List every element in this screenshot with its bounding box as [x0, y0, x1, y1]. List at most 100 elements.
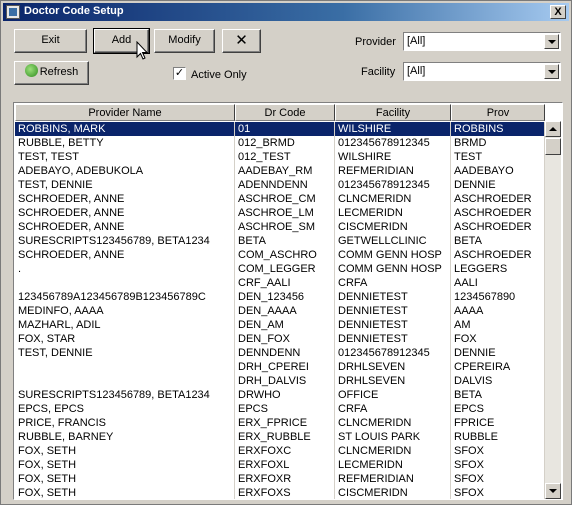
table-row[interactable]: DRH_CPEREI DRHLSEVEN CPEREIRA: [15, 360, 547, 374]
doctor-code-setup-window: Doctor Code Setup X Exit Add Modify ✕ Re…: [0, 0, 572, 505]
table-row[interactable]: DRH_DALVIS DRHLSEVEN DALVIS: [15, 374, 547, 388]
table-row[interactable]: TEST, TEST 012_TEST WILSHIRE TEST: [15, 150, 547, 164]
dr-code-cell: COM_LEGGER: [235, 262, 335, 276]
provider-name-cell: PRICE, FRANCIS: [15, 416, 235, 430]
table-row[interactable]: FOX, SETH ERXFOXL LECMERIDN SFOX: [15, 458, 547, 472]
facility-cell: COMM GENN HOSP: [335, 248, 451, 262]
table-row[interactable]: . COM_LEGGER COMM GENN HOSP LEGGERS: [15, 262, 547, 276]
column-header-facility[interactable]: Facility: [335, 104, 451, 121]
provider-name-cell: FOX, SETH: [15, 458, 235, 472]
modify-button[interactable]: Modify: [154, 29, 215, 53]
delete-button[interactable]: ✕: [222, 29, 261, 53]
provider-name-cell: FOX, SETH: [15, 444, 235, 458]
app-icon: [6, 5, 20, 19]
prov-cell: CPEREIRA: [451, 360, 545, 374]
facility-label: Facility: [361, 66, 396, 78]
prov-cell: AM: [451, 318, 545, 332]
dr-code-cell: 012_TEST: [235, 150, 335, 164]
table-row[interactable]: SCHROEDER, ANNE COM_ASCHRO COMM GENN HOSP A…: [15, 248, 547, 262]
dr-code-cell: AADEBAY_RM: [235, 164, 335, 178]
facility-cell: DENNIETEST: [335, 318, 451, 332]
table-row[interactable]: SURESCRIPTS123456789, BETA1234 DRWHO OFFIC…: [15, 388, 547, 402]
facility-cell: WILSHIRE: [335, 150, 451, 164]
active-only-label: Active Only: [191, 69, 247, 81]
dr-code-cell: ASCHROE_CM: [235, 192, 335, 206]
grid-header: Provider Name Dr Code Facility Prov: [15, 104, 547, 121]
provider-value: [All]: [407, 35, 426, 47]
facility-dropdown[interactable]: [All]: [403, 62, 561, 81]
provider-name-cell: TEST, DENNIE: [15, 178, 235, 192]
mouse-cursor-icon: [136, 41, 148, 60]
column-header-provider-name[interactable]: Provider Name: [15, 104, 235, 121]
facility-cell: OFFICE: [335, 388, 451, 402]
dr-code-cell: DRH_CPEREI: [235, 360, 335, 374]
table-row[interactable]: RUBBLE, BETTY 012_BRMD 012345678912345 BRMD: [15, 136, 547, 150]
column-header-prov[interactable]: Prov: [451, 104, 545, 121]
dr-code-cell: ERXFOXL: [235, 458, 335, 472]
prov-cell: BRMD: [451, 136, 545, 150]
table-row[interactable]: EPCS, EPCS EPCS CRFA EPCS: [15, 402, 547, 416]
refresh-button[interactable]: Refresh: [14, 61, 89, 85]
table-row[interactable]: MAZHARL, ADIL DEN_AM DENNIETEST AM: [15, 318, 547, 332]
dr-code-cell: ASCHROE_LM: [235, 206, 335, 220]
facility-cell: LECMERIDN: [335, 206, 451, 220]
provider-name-cell: SCHROEDER, ANNE: [15, 248, 235, 262]
prov-cell: ASCHROEDER: [451, 248, 545, 262]
scroll-up-icon[interactable]: [545, 121, 561, 137]
table-row[interactable]: SCHROEDER, ANNE ASCHROE_LM LECMERIDN ASCHRO…: [15, 206, 547, 220]
active-only-checkbox[interactable]: ✓: [173, 67, 186, 80]
vertical-scrollbar[interactable]: [545, 121, 561, 499]
table-row[interactable]: SURESCRIPTS123456789, BETA1234 BETA GETWEL…: [15, 234, 547, 248]
table-row[interactable]: FOX, SETH ERXFOXC CLNCMERIDN SFOX: [15, 444, 547, 458]
provider-dropdown[interactable]: [All]: [403, 32, 561, 51]
table-row[interactable]: SCHROEDER, ANNE ASCHROE_SM CISCMERIDN ASCHR…: [15, 220, 547, 234]
facility-cell: CRFA: [335, 402, 451, 416]
table-row[interactable]: FOX, SETH ERXFOXS CISCMERIDN SFOX: [15, 486, 547, 499]
chevron-down-icon[interactable]: [544, 64, 559, 79]
provider-name-cell: SURESCRIPTS123456789, BETA1234: [15, 234, 235, 248]
provider-name-cell: FOX, SETH: [15, 472, 235, 486]
facility-cell: CLNCMERIDN: [335, 416, 451, 430]
facility-cell: DENNIETEST: [335, 332, 451, 346]
facility-cell: LECMERIDN: [335, 458, 451, 472]
scroll-down-icon[interactable]: [545, 483, 561, 499]
prov-cell: BETA: [451, 388, 545, 402]
facility-cell: CRFA: [335, 276, 451, 290]
facility-cell: 012345678912345: [335, 136, 451, 150]
facility-cell: ST LOUIS PARK: [335, 430, 451, 444]
prov-cell: BETA: [451, 234, 545, 248]
prov-cell: DENNIE: [451, 178, 545, 192]
table-row[interactable]: FOX, SETH ERXFOXR REFMERIDIAN SFOX: [15, 472, 547, 486]
provider-name-cell: SCHROEDER, ANNE: [15, 220, 235, 234]
provider-name-cell: MEDINFO, AAAA: [15, 304, 235, 318]
table-row[interactable]: CRF_AALI CRFA AALI: [15, 276, 547, 290]
table-row[interactable]: MEDINFO, AAAA DEN_AAAA DENNIETEST AAAA: [15, 304, 547, 318]
dr-code-cell: ADENNDENN: [235, 178, 335, 192]
exit-button[interactable]: Exit: [14, 29, 87, 53]
facility-cell: CLNCMERIDN: [335, 444, 451, 458]
dr-code-cell: ERXFOXC: [235, 444, 335, 458]
table-row[interactable]: TEST, DENNIE DENNDENN 012345678912345 DENNI…: [15, 346, 547, 360]
table-row[interactable]: 123456789A123456789B123456789C DEN_123456…: [15, 290, 547, 304]
scroll-thumb[interactable]: [545, 138, 561, 155]
chevron-down-icon[interactable]: [544, 34, 559, 49]
close-window-button[interactable]: X: [550, 5, 566, 19]
table-row[interactable]: ADEBAYO, ADEBUKOLA AADEBAY_RM REFMERIDIAN A…: [15, 164, 547, 178]
title-bar[interactable]: Doctor Code Setup X: [3, 3, 569, 21]
column-header-dr-code[interactable]: Dr Code: [235, 104, 335, 121]
facility-cell: WILSHIRE: [335, 122, 451, 136]
table-row[interactable]: SCHROEDER, ANNE ASCHROE_CM CLNCMERIDN ASCHR…: [15, 192, 547, 206]
table-row[interactable]: TEST, DENNIE ADENNDENN 012345678912345 DENN…: [15, 178, 547, 192]
table-row[interactable]: ROBBINS, MARK 01 WILSHIRE ROBBINS: [15, 122, 547, 136]
doctor-code-grid[interactable]: Provider Name Dr Code Facility Prov ROBB…: [13, 102, 563, 500]
prov-cell: FOX: [451, 332, 545, 346]
dr-code-cell: ERX_RUBBLE: [235, 430, 335, 444]
table-row[interactable]: FOX, STAR DEN_FOX DENNIETEST FOX: [15, 332, 547, 346]
table-row[interactable]: RUBBLE, BARNEY ERX_RUBBLE ST LOUIS PARK RUB…: [15, 430, 547, 444]
facility-cell: REFMERIDIAN: [335, 164, 451, 178]
prov-cell: AALI: [451, 276, 545, 290]
table-row[interactable]: PRICE, FRANCIS ERX_FPRICE CLNCMERIDN FPRICE: [15, 416, 547, 430]
provider-name-cell: EPCS, EPCS: [15, 402, 235, 416]
dr-code-cell: BETA: [235, 234, 335, 248]
facility-cell: DRHLSEVEN: [335, 360, 451, 374]
